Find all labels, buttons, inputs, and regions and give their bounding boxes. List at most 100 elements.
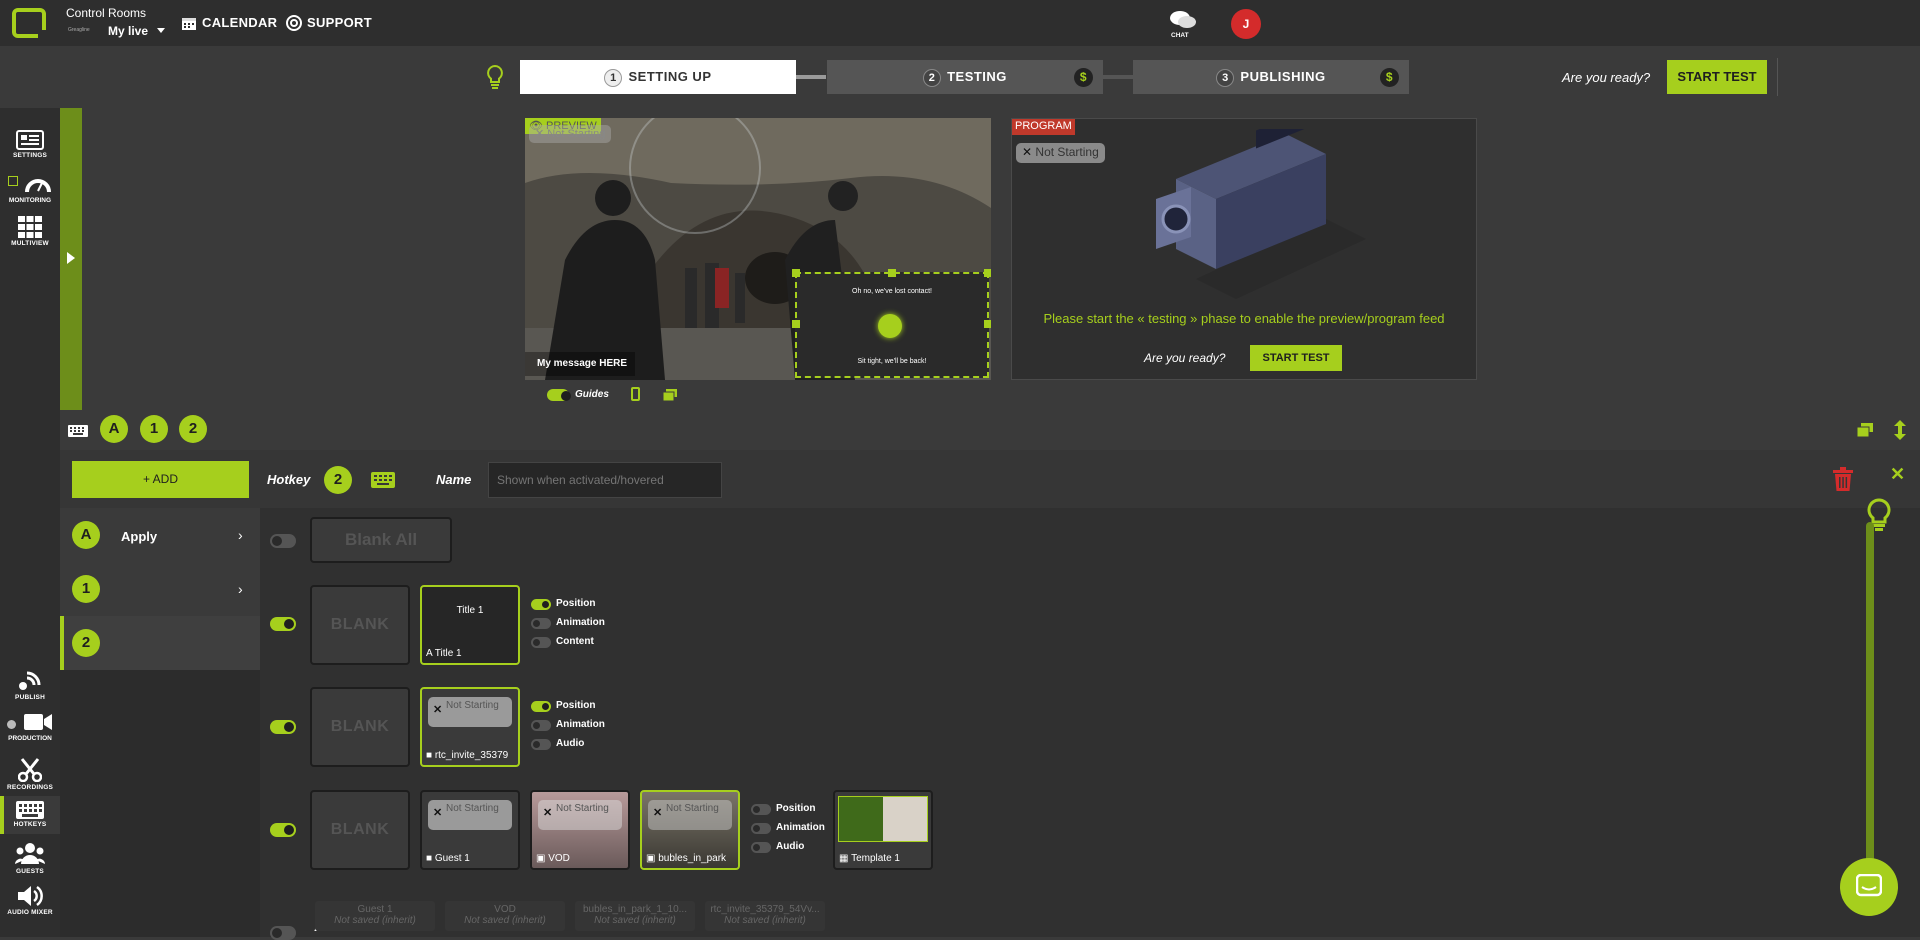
- option-label: Animation: [556, 617, 605, 628]
- resize-handle[interactable]: [792, 269, 800, 277]
- audio-slot[interactable]: bubles_in_park_1_10... Not saved (inheri…: [575, 901, 695, 931]
- rail-label: HOTKEYS: [13, 821, 47, 828]
- hotkey-tab-2[interactable]: 2: [179, 415, 207, 443]
- resize-handle[interactable]: [888, 269, 896, 277]
- layers-icon[interactable]: [662, 388, 677, 402]
- audio-slot[interactable]: rtc_invite_35379_54Vv... Not saved (inhe…: [705, 901, 825, 931]
- start-test-button[interactable]: START TEST: [1667, 60, 1767, 94]
- program-start-test-button[interactable]: START TEST: [1250, 345, 1342, 371]
- rail-audio-mixer[interactable]: AUDIO MIXER: [0, 885, 60, 916]
- list-item[interactable]: 1 ›: [60, 562, 260, 616]
- option-toggle[interactable]: [531, 701, 551, 712]
- title-slot[interactable]: Title 1 A Title 1: [420, 585, 520, 665]
- collapse-panel-handle[interactable]: [60, 108, 82, 410]
- overlay-bottom-text: Sit tight, we'll be back!: [857, 358, 927, 365]
- room-dropdown-icon[interactable]: [157, 28, 165, 33]
- nav-support[interactable]: SUPPORT: [307, 15, 372, 30]
- list-item-selected[interactable]: 2: [60, 616, 260, 670]
- step-connector: [1103, 75, 1133, 79]
- step-publishing[interactable]: 3 PUBLISHING $: [1133, 60, 1409, 94]
- option-toggle[interactable]: [751, 804, 771, 815]
- audio-slot[interactable]: VOD Not saved (inherit): [445, 901, 565, 931]
- app-logo[interactable]: [12, 8, 48, 40]
- step-testing[interactable]: 2 TESTING $: [827, 60, 1103, 94]
- blank-slot[interactable]: BLANK: [310, 687, 410, 767]
- rail-settings[interactable]: SETTINGS: [0, 130, 60, 159]
- room-name[interactable]: My live: [108, 24, 148, 38]
- nav-calendar[interactable]: CALENDAR: [202, 15, 277, 30]
- option-toggle[interactable]: [531, 720, 551, 731]
- lost-contact-overlay[interactable]: Oh no, we've lost contact! Sit tight, we…: [792, 269, 991, 378]
- blank-slot[interactable]: BLANK: [310, 790, 410, 870]
- keyboard-icon[interactable]: [371, 472, 395, 488]
- rail-hotkeys[interactable]: HOTKEYS: [0, 801, 60, 828]
- rail-recordings[interactable]: RECORDINGS: [0, 758, 60, 791]
- chat-label[interactable]: CHAT: [1171, 32, 1189, 39]
- scissors-icon: [18, 758, 42, 782]
- name-input[interactable]: [488, 462, 722, 498]
- resize-vertical-icon[interactable]: [1894, 420, 1906, 440]
- lower-third-overlay[interactable]: My message HERE: [525, 352, 635, 376]
- keyboard-icon[interactable]: [68, 424, 88, 437]
- rtc-slot[interactable]: ✕ Not Starting ■ rtc_invite_35379: [420, 687, 520, 767]
- list-item[interactable]: A Apply ›: [60, 508, 260, 562]
- preview-status-pill: ✕ Not Starting: [529, 125, 612, 143]
- blank-slot[interactable]: BLANK: [310, 585, 410, 665]
- rail-multiview[interactable]: MULTIVIEW: [0, 216, 60, 247]
- guests-icon: [15, 843, 45, 864]
- hotkey-tab-1[interactable]: 1: [140, 415, 168, 443]
- close-icon: ✕: [653, 807, 663, 819]
- add-button[interactable]: + ADD: [72, 461, 249, 498]
- expand-arrow-icon[interactable]: [67, 252, 75, 264]
- slot-caption: ■ rtc_invite_35379: [426, 750, 508, 761]
- calendar-icon[interactable]: [181, 15, 197, 31]
- layer-toggle[interactable]: [270, 720, 296, 734]
- preview-monitor[interactable]: 👁 PREVIEW ✕ Not Starting My message HERE…: [525, 118, 991, 380]
- program-monitor: PROGRAM ✕ Not Starting Please start the …: [1011, 118, 1477, 380]
- blank-all-button[interactable]: Blank All: [310, 517, 452, 563]
- rail-guests[interactable]: GUESTS: [0, 842, 60, 875]
- option-toggle[interactable]: [531, 618, 551, 629]
- option-toggle[interactable]: [531, 637, 551, 648]
- guest-slot[interactable]: ✕ Not Starting ■ Guest 1: [420, 790, 520, 870]
- support-icon[interactable]: [286, 15, 302, 31]
- mobile-icon[interactable]: [631, 387, 640, 401]
- trash-icon[interactable]: [1832, 467, 1854, 491]
- ready-text: Are you ready?: [1562, 70, 1651, 85]
- lightbulb-icon[interactable]: [486, 64, 504, 90]
- blank-all-toggle[interactable]: [270, 534, 296, 548]
- hotkey-value[interactable]: 2: [324, 466, 352, 494]
- rail-production[interactable]: [0, 712, 60, 734]
- top-bar: Control Rooms Greagline My live CALENDAR…: [0, 0, 1920, 46]
- audio-slot[interactable]: Guest 1 Not saved (inherit): [315, 901, 435, 931]
- resize-handle[interactable]: [984, 269, 991, 277]
- resize-handle[interactable]: [984, 320, 991, 328]
- hotkey-tab-a[interactable]: A: [100, 415, 128, 443]
- bubbles-slot[interactable]: ✕ Not Starting ▣ bubles_in_park: [640, 790, 740, 870]
- step-setting-up[interactable]: 1 SETTING UP: [520, 60, 796, 94]
- template-slot[interactable]: ▦ Template 1: [833, 790, 933, 870]
- resize-handle[interactable]: [792, 320, 800, 328]
- option-label: Position: [776, 803, 816, 814]
- status-text: Not Starting: [556, 803, 609, 814]
- option-toggle[interactable]: [751, 842, 771, 853]
- option-toggle[interactable]: [751, 823, 771, 834]
- rail-monitoring[interactable]: [0, 172, 60, 196]
- audio-slot-state: Not saved (inherit): [334, 915, 416, 926]
- speaker-icon: [18, 885, 43, 907]
- guides-toggle[interactable]: [547, 389, 571, 401]
- layer-toggle[interactable]: [270, 617, 296, 631]
- support-chat-button[interactable]: [1840, 858, 1898, 916]
- layers-icon[interactable]: [1856, 423, 1873, 438]
- status-text: Not Starting: [666, 803, 719, 814]
- close-editor-icon[interactable]: ✕: [1890, 464, 1905, 485]
- layer-toggle[interactable]: [270, 823, 296, 837]
- scrollbar[interactable]: [1866, 522, 1874, 882]
- option-toggle[interactable]: [531, 599, 551, 610]
- audio-toggle[interactable]: [270, 926, 296, 940]
- chat-icon[interactable]: [1169, 9, 1197, 31]
- option-toggle[interactable]: [531, 739, 551, 750]
- user-avatar[interactable]: J: [1231, 9, 1261, 39]
- vod-slot[interactable]: ✕ Not Starting ▣ VOD: [530, 790, 630, 870]
- rail-publish[interactable]: PUBLISH: [0, 668, 60, 701]
